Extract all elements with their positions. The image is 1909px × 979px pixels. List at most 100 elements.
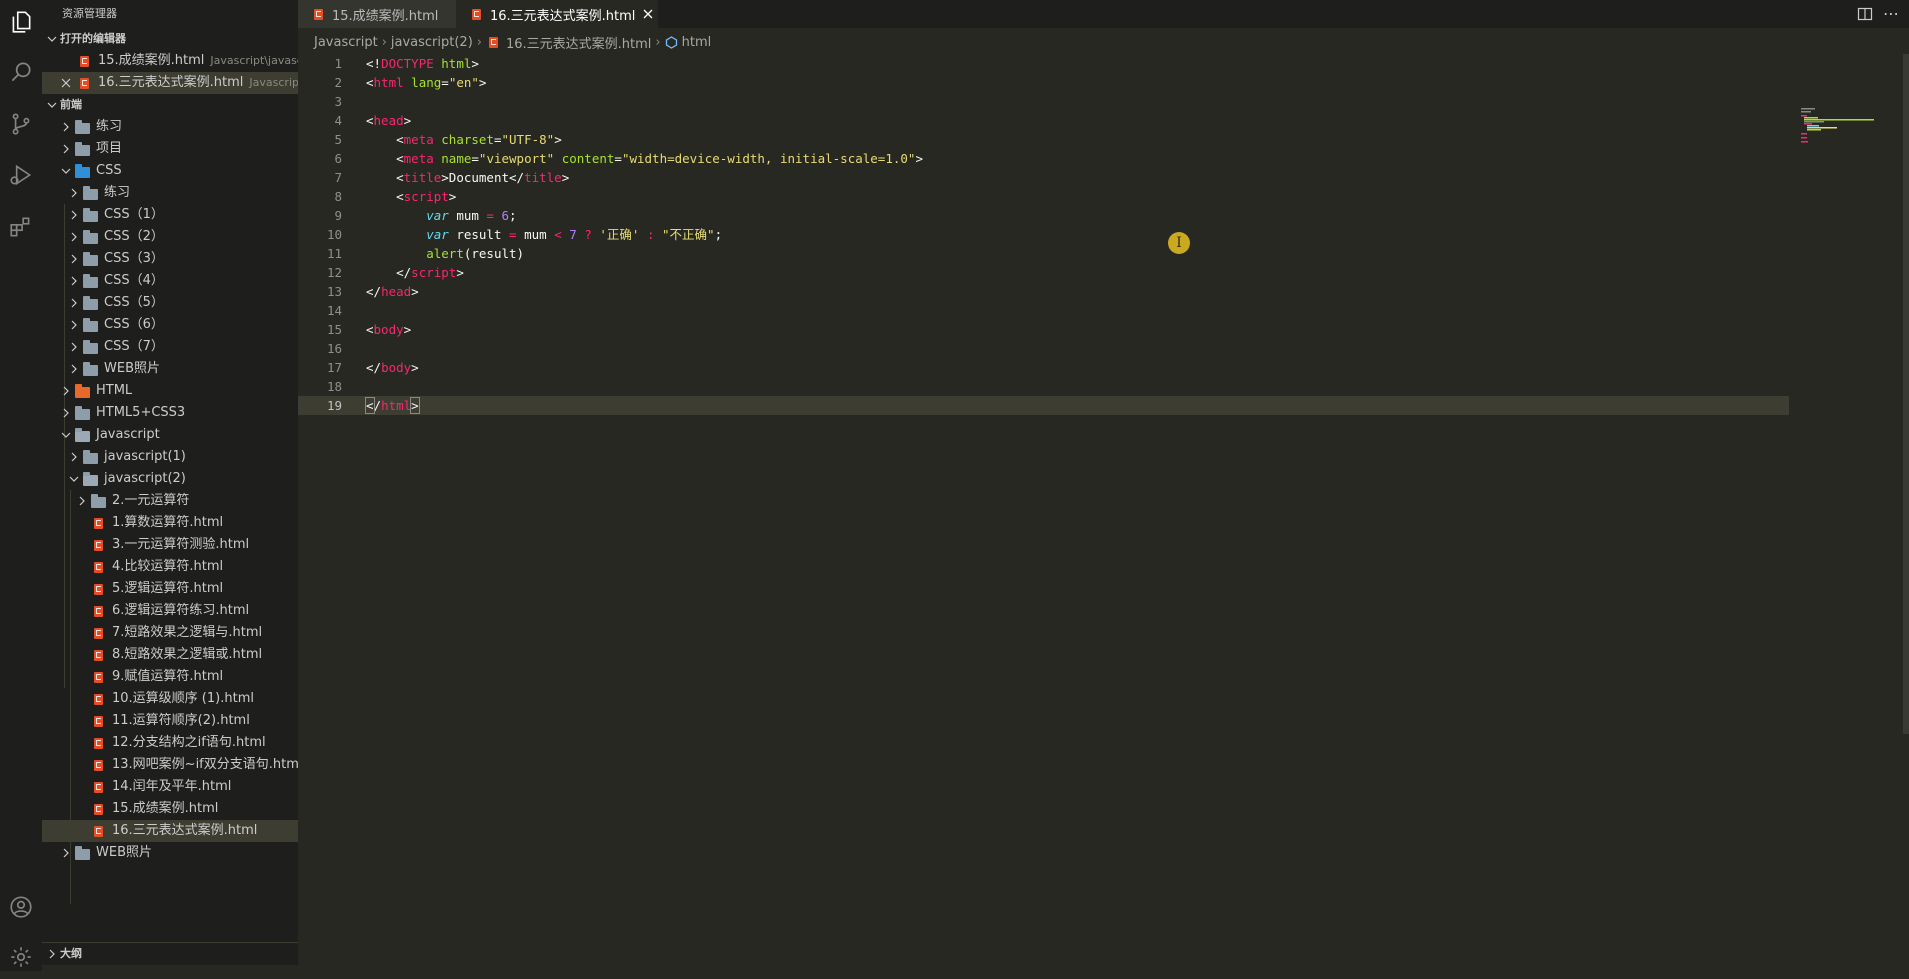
html-file-icon — [90, 581, 106, 597]
folder-open-icon — [74, 427, 90, 443]
tree-file[interactable]: 1.算数运算符.html — [42, 512, 298, 534]
tree-label: 6.逻辑运算符练习.html — [112, 603, 250, 618]
html-file-icon — [90, 691, 106, 707]
breadcrumb-item[interactable]: 16.三元表达式案例.html — [506, 33, 651, 52]
tree-folder[interactable]: CSS（3） — [42, 248, 298, 270]
search-icon[interactable] — [0, 50, 42, 94]
breadcrumb-item[interactable]: html — [682, 35, 712, 50]
chevron-right-icon: › — [655, 34, 661, 50]
source-control-icon[interactable] — [0, 102, 42, 146]
open-editor-item-active[interactable]: 16.三元表达式案例.html Javascrip... — [42, 72, 298, 94]
tree-label: 项目 — [96, 141, 123, 156]
html-file-icon — [90, 559, 106, 575]
line-number: 9 — [334, 208, 342, 223]
open-editors-header[interactable]: 打开的编辑器 — [42, 28, 298, 50]
tree-label: 练习 — [96, 119, 123, 134]
tree-file[interactable]: 8.短路效果之逻辑或.html — [42, 644, 298, 666]
code-line: 4 <head> — [298, 111, 1789, 130]
tab-16[interactable]: 16.三元表达式案例.html — [456, 0, 658, 28]
tree-file[interactable]: 6.逻辑运算符练习.html — [42, 600, 298, 622]
line-number: 8 — [334, 189, 342, 204]
tree-folder[interactable]: CSS（2） — [42, 226, 298, 248]
tree-folder[interactable]: javascript(2) — [42, 468, 298, 490]
gear-icon[interactable] — [0, 935, 42, 979]
breadcrumb-item[interactable]: javascript(2) — [391, 35, 473, 50]
tree-folder[interactable]: Javascript — [42, 424, 298, 446]
line-number: 5 — [334, 132, 342, 147]
chevron-down-icon — [58, 163, 74, 179]
tree-file[interactable]: 9.赋值运算符.html — [42, 666, 298, 688]
tree-file[interactable]: 5.逻辑运算符.html — [42, 578, 298, 600]
tree-folder[interactable]: CSS（1） — [42, 204, 298, 226]
workspace-header[interactable]: 前端 — [42, 94, 298, 116]
tree-folder[interactable]: HTML5+CSS3 — [42, 402, 298, 424]
tree-folder[interactable]: CSS（7） — [42, 336, 298, 358]
account-icon[interactable] — [0, 885, 42, 929]
tree-file[interactable]: 11.运算符顺序(2).html — [42, 710, 298, 732]
code-line: 15 <body> — [298, 320, 1789, 339]
html-file-icon — [90, 625, 106, 641]
tree-folder[interactable]: WEB照片 — [42, 842, 298, 864]
tree-folder[interactable]: javascript(1) — [42, 446, 298, 468]
tree-folder-css[interactable]: CSS — [42, 160, 298, 182]
run-debug-icon[interactable] — [0, 153, 42, 197]
tree-label: HTML5+CSS3 — [96, 405, 186, 420]
tree-folder[interactable]: 项目 — [42, 138, 298, 160]
tree-folder-html[interactable]: HTML — [42, 380, 298, 402]
html-file-icon — [486, 34, 502, 50]
tree-file[interactable]: 7.短路效果之逻辑与.html — [42, 622, 298, 644]
close-icon[interactable] — [58, 75, 74, 91]
extensions-icon[interactable] — [0, 205, 42, 249]
code-editor[interactable]: 1 <!DOCTYPE html> 2 <html lang="en"> 3 4 <h… — [298, 54, 1909, 971]
tree-file-active[interactable]: 16.三元表达式案例.html — [42, 820, 298, 842]
line-number: 16 — [326, 341, 342, 356]
breadcrumb-item[interactable]: Javascript — [314, 35, 378, 50]
html-file-icon — [76, 75, 92, 91]
activity-bar — [0, 0, 42, 971]
code-line: 6 <meta name="viewport" content="width=d… — [298, 149, 1789, 168]
html-file-icon — [90, 515, 106, 531]
tree-label: 13.网吧案例~if双分支语句.html — [112, 757, 298, 772]
tree-label: Javascript — [96, 427, 160, 442]
tree-label: 8.短路效果之逻辑或.html — [112, 647, 263, 662]
tree-folder[interactable]: CSS（4） — [42, 270, 298, 292]
tree-label: javascript(2) — [104, 471, 186, 486]
tree-file[interactable]: 14.闰年及平年.html — [42, 776, 298, 798]
tree-folder[interactable]: 练习 — [42, 116, 298, 138]
chevron-right-icon — [66, 207, 82, 223]
outline-header[interactable]: 大纲 — [42, 942, 298, 965]
tree-file[interactable]: 13.网吧案例~if双分支语句.html — [42, 754, 298, 776]
chevron-right-icon — [66, 361, 82, 377]
tree-file[interactable]: 12.分支结构之if语句.html — [42, 732, 298, 754]
tree-folder[interactable]: CSS（6） — [42, 314, 298, 336]
chevron-right-icon — [66, 295, 82, 311]
split-editor-icon[interactable] — [1857, 6, 1873, 26]
tree-folder[interactable]: CSS（5） — [42, 292, 298, 314]
editor-scrollbar[interactable] — [1903, 54, 1909, 734]
code-line: 5 <meta charset="UTF-8"> — [298, 130, 1789, 149]
tree-file[interactable]: 4.比较运算符.html — [42, 556, 298, 578]
close-icon[interactable] — [643, 9, 653, 19]
minimap[interactable] — [1801, 108, 1901, 148]
tree-file[interactable]: 3.一元运算符测验.html — [42, 534, 298, 556]
html-file-icon — [90, 757, 106, 773]
tree-file[interactable]: 10.运算级顺序 (1).html — [42, 688, 298, 710]
open-editor-item[interactable]: 15.成绩案例.html Javascript\javasc... — [42, 50, 298, 72]
file-tree: 练习 项目 CSS 练习 CSS（1） CSS（2） CSS（3） CSS（4）… — [42, 116, 298, 904]
tree-file[interactable]: 15.成绩案例.html — [42, 798, 298, 820]
explorer-icon[interactable] — [0, 0, 42, 44]
tab-label: 16.三元表达式案例.html — [490, 8, 636, 24]
chevron-right-icon — [58, 405, 74, 421]
tree-folder[interactable]: 练习 — [42, 182, 298, 204]
tree-folder[interactable]: WEB照片 — [42, 358, 298, 380]
html-file-icon — [90, 779, 106, 795]
tab-15[interactable]: 15.成绩案例.html — [298, 0, 468, 28]
more-actions-icon[interactable]: ⋯ — [1883, 4, 1899, 23]
html-file-icon — [90, 713, 106, 729]
tree-label: 1.算数运算符.html — [112, 515, 224, 530]
line-code: <html lang="en"> — [366, 75, 487, 90]
chevron-right-icon — [66, 229, 82, 245]
tree-label: 9.赋值运算符.html — [112, 669, 224, 684]
tree-folder[interactable]: 2.一元运算符 — [42, 490, 298, 512]
code-line: 11 alert(result) — [298, 244, 1789, 263]
